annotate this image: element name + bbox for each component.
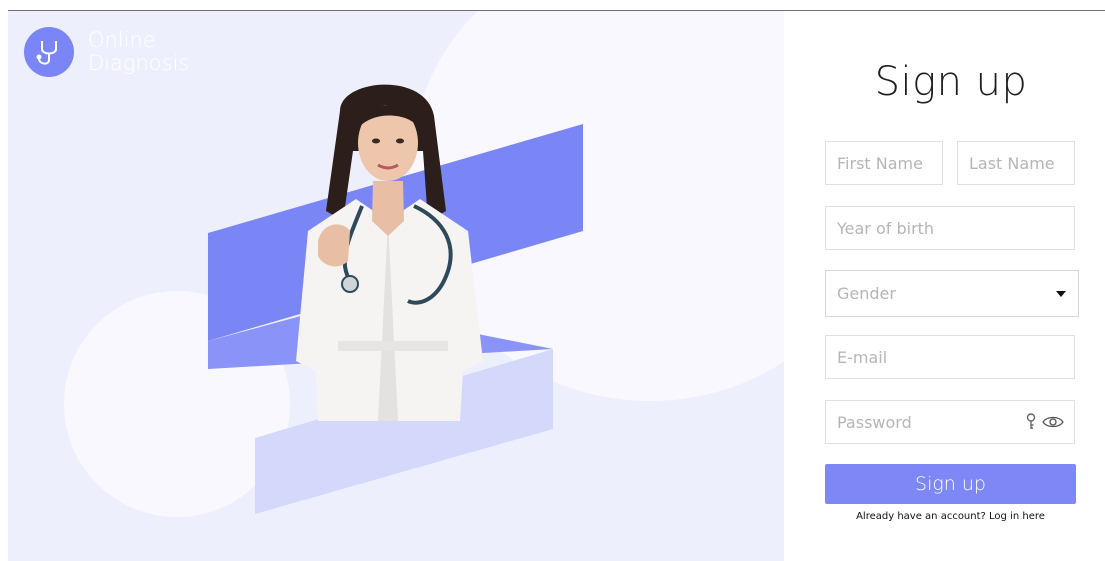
last-name-input[interactable] [958, 142, 1074, 184]
gender-select[interactable]: Gender [825, 270, 1079, 317]
year-of-birth-input[interactable] [826, 207, 1074, 249]
page-title: Sign up [874, 59, 1028, 105]
login-prompt: Already have an account? Log in here [825, 511, 1076, 522]
last-name-field [957, 141, 1075, 185]
login-prompt-text: Already have an account? [856, 511, 986, 522]
email-field [825, 335, 1075, 379]
brand-name-line1: Online [88, 28, 156, 52]
eye-icon[interactable] [1042, 415, 1064, 429]
brand-logo[interactable]: Online Diagnosis [24, 27, 189, 77]
first-name-field [825, 141, 943, 185]
sign-up-button[interactable]: Sign up [825, 464, 1076, 504]
chevron-down-icon [1056, 290, 1066, 297]
password-field [825, 400, 1075, 444]
brand-name: Online Diagnosis [88, 29, 189, 75]
first-name-input[interactable] [826, 142, 942, 184]
brand-name-line2: Diagnosis [88, 51, 190, 75]
password-icons [1026, 413, 1074, 431]
password-input[interactable] [826, 401, 1026, 443]
gender-select-label: Gender [837, 284, 896, 303]
hero-illustration: Online Diagnosis [8, 11, 784, 561]
stethoscope-icon [24, 27, 74, 77]
login-link[interactable]: Log in here [989, 511, 1045, 522]
year-of-birth-field [825, 206, 1075, 250]
email-input[interactable] [826, 336, 1074, 378]
signup-panel: Sign up Gender Sign up Already have an a… [784, 11, 1105, 561]
doctor-photo [296, 84, 483, 421]
key-icon [1026, 413, 1036, 429]
